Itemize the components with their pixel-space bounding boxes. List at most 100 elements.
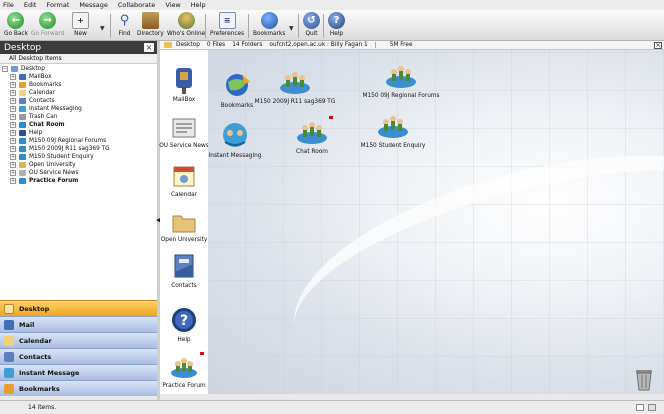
- menu-edit[interactable]: Edit: [24, 1, 37, 9]
- go-back-button[interactable]: ← Go Back: [4, 12, 28, 40]
- desktop-icon-regional-forums[interactable]: M150 09J Regional Forums: [362, 60, 440, 99]
- go-back-label: Go Back: [4, 31, 28, 37]
- nav-mail-button[interactable]: Mail: [0, 316, 157, 332]
- desktop-icon-ou-service-news[interactable]: OU Service News: [159, 116, 209, 149]
- desktop-icon-practice-forum[interactable]: Practice Forum: [162, 352, 206, 389]
- desktop-icon-chat-room[interactable]: Chat Room: [292, 116, 333, 155]
- collapse-icon[interactable]: −: [2, 66, 8, 72]
- svg-text:?: ?: [180, 313, 188, 329]
- menu-view[interactable]: View: [165, 1, 180, 9]
- location-bar: Desktop 0 Files 14 Folders oufcnt2.open.…: [160, 41, 664, 50]
- tree-item-contacts[interactable]: + Contacts: [10, 97, 55, 105]
- new-button[interactable]: + New: [72, 12, 89, 40]
- desktop-icon-student-enquiry[interactable]: M150 Student Enquiry: [361, 110, 425, 149]
- nav-calendar-button[interactable]: Calendar: [0, 332, 157, 348]
- menu-help[interactable]: Help: [191, 1, 206, 9]
- icon-label: MailBox: [172, 97, 196, 103]
- all-desktop-items-label: All Desktop Items: [0, 54, 157, 64]
- left-pane-title: Desktop: [4, 42, 42, 53]
- directory-label: Directory: [137, 31, 164, 37]
- desktop-icon-mailbox[interactable]: MailBox: [166, 66, 202, 103]
- trash-can-icon[interactable]: [634, 367, 654, 391]
- tree-item-regional-forums[interactable]: + M150 09J Regional Forums: [10, 137, 106, 145]
- nav-bookmarks-button[interactable]: Bookmarks: [0, 380, 157, 396]
- mail-nav-icon: [4, 319, 14, 330]
- menu-format[interactable]: Format: [46, 1, 69, 9]
- tree-item-student-enquiry[interactable]: + M150 Student Enquiry: [10, 153, 94, 161]
- icon-label: Bookmarks: [220, 103, 254, 109]
- left-pane-header: Desktop ×: [0, 41, 157, 54]
- tree-item-practice-forum[interactable]: + Practice Forum: [10, 177, 78, 185]
- folder-icon: [172, 215, 196, 233]
- desktop-icon-bookmarks[interactable]: Bookmarks: [220, 70, 254, 109]
- expand-icon[interactable]: +: [10, 122, 16, 128]
- tree-item-calendar[interactable]: + Calendar: [10, 89, 55, 97]
- preferences-button[interactable]: ≡ Preferences: [210, 12, 244, 40]
- menu-message[interactable]: Message: [79, 1, 108, 9]
- icon-label: Open University: [160, 237, 208, 243]
- expand-icon[interactable]: +: [10, 98, 16, 104]
- directory-button[interactable]: Directory: [137, 12, 164, 40]
- expand-icon[interactable]: +: [10, 106, 16, 112]
- tree-item-desktop[interactable]: − Desktop: [2, 65, 45, 73]
- nav-instant-message-button[interactable]: Instant Message: [0, 364, 157, 380]
- tree-label: Desktop: [21, 66, 45, 72]
- new-dropdown-arrow-icon[interactable]: ▼: [100, 25, 105, 32]
- tree-item-help[interactable]: + Help: [10, 129, 42, 137]
- expand-icon[interactable]: +: [10, 114, 16, 120]
- nav-label: Calendar: [19, 336, 52, 345]
- expand-icon[interactable]: +: [10, 162, 16, 168]
- nav-desktop-button[interactable]: Desktop: [0, 300, 157, 316]
- tree-item-open-university[interactable]: + Open University: [10, 161, 76, 169]
- expand-icon[interactable]: +: [10, 74, 16, 80]
- instant-messaging-icon: [223, 123, 247, 147]
- contacts-book-icon: [174, 254, 194, 278]
- bookmarks-button[interactable]: Bookmarks: [253, 12, 285, 40]
- expand-icon[interactable]: +: [10, 82, 16, 88]
- expand-icon[interactable]: +: [10, 178, 16, 184]
- tree-item-instant-messaging[interactable]: + Instant Messaging: [10, 105, 82, 113]
- forum-icon: [19, 138, 26, 144]
- close-pane-icon[interactable]: ×: [144, 43, 154, 52]
- desktop-icon-instant-messaging[interactable]: Instant Messaging: [209, 120, 261, 159]
- desktop-icon-help[interactable]: ? Help: [166, 306, 202, 343]
- close-window-icon[interactable]: ×: [654, 42, 662, 49]
- desktop-icon-calendar[interactable]: Calendar: [166, 163, 202, 198]
- tree-item-ou-service-news[interactable]: + OU Service News: [10, 169, 79, 177]
- calendar-nav-icon: [4, 335, 14, 346]
- expand-icon[interactable]: +: [10, 170, 16, 176]
- go-forward-button[interactable]: → Go Forward: [31, 12, 64, 40]
- expand-icon[interactable]: +: [10, 154, 16, 160]
- newspaper-icon: [172, 118, 196, 138]
- whos-online-button[interactable]: Who's Online: [167, 12, 205, 40]
- expand-icon[interactable]: +: [10, 146, 16, 152]
- toolbar-divider: [205, 14, 206, 38]
- desktop-icon: [11, 66, 18, 72]
- bookmarks-dropdown-arrow-icon[interactable]: ▼: [289, 25, 294, 32]
- expand-icon[interactable]: +: [10, 130, 16, 136]
- expand-icon[interactable]: +: [10, 138, 16, 144]
- expand-icon[interactable]: +: [10, 90, 16, 96]
- menu-file[interactable]: File: [3, 1, 14, 9]
- tree-item-chat-room[interactable]: + Chat Room: [10, 121, 65, 129]
- instant-message-nav-icon: [4, 367, 14, 378]
- menu-bar: File Edit Format Message Collaborate Vie…: [0, 0, 664, 10]
- tree-item-m150-tg[interactable]: + M150 2009J R11 sag369 TG: [10, 145, 110, 153]
- instant-messaging-icon: [19, 106, 26, 112]
- tree-item-bookmarks[interactable]: + Bookmarks: [10, 81, 61, 89]
- desktop-icon-contacts[interactable]: Contacts: [166, 252, 202, 289]
- desktop-icon-m150-tg[interactable]: M150 2009J R11 sag369 TG: [255, 66, 335, 105]
- folder-icon: [164, 42, 172, 48]
- preferences-label: Preferences: [210, 31, 245, 37]
- file-count: 0 Files: [206, 42, 226, 48]
- find-button[interactable]: ⚲ Find: [116, 12, 133, 40]
- tree-item-trash-can[interactable]: + Trash Can: [10, 113, 57, 121]
- desktop-icon-open-university[interactable]: Open University: [160, 210, 208, 243]
- menu-collaborate[interactable]: Collaborate: [118, 1, 155, 9]
- help-button[interactable]: ? Help: [328, 12, 345, 40]
- nav-contacts-button[interactable]: Contacts: [0, 348, 157, 364]
- icon-label: OU Service News: [159, 143, 209, 149]
- quit-button[interactable]: ↺ Quit: [303, 12, 320, 40]
- tree-item-mailbox[interactable]: + MailBox: [10, 73, 52, 81]
- chat-room-icon: [19, 122, 26, 128]
